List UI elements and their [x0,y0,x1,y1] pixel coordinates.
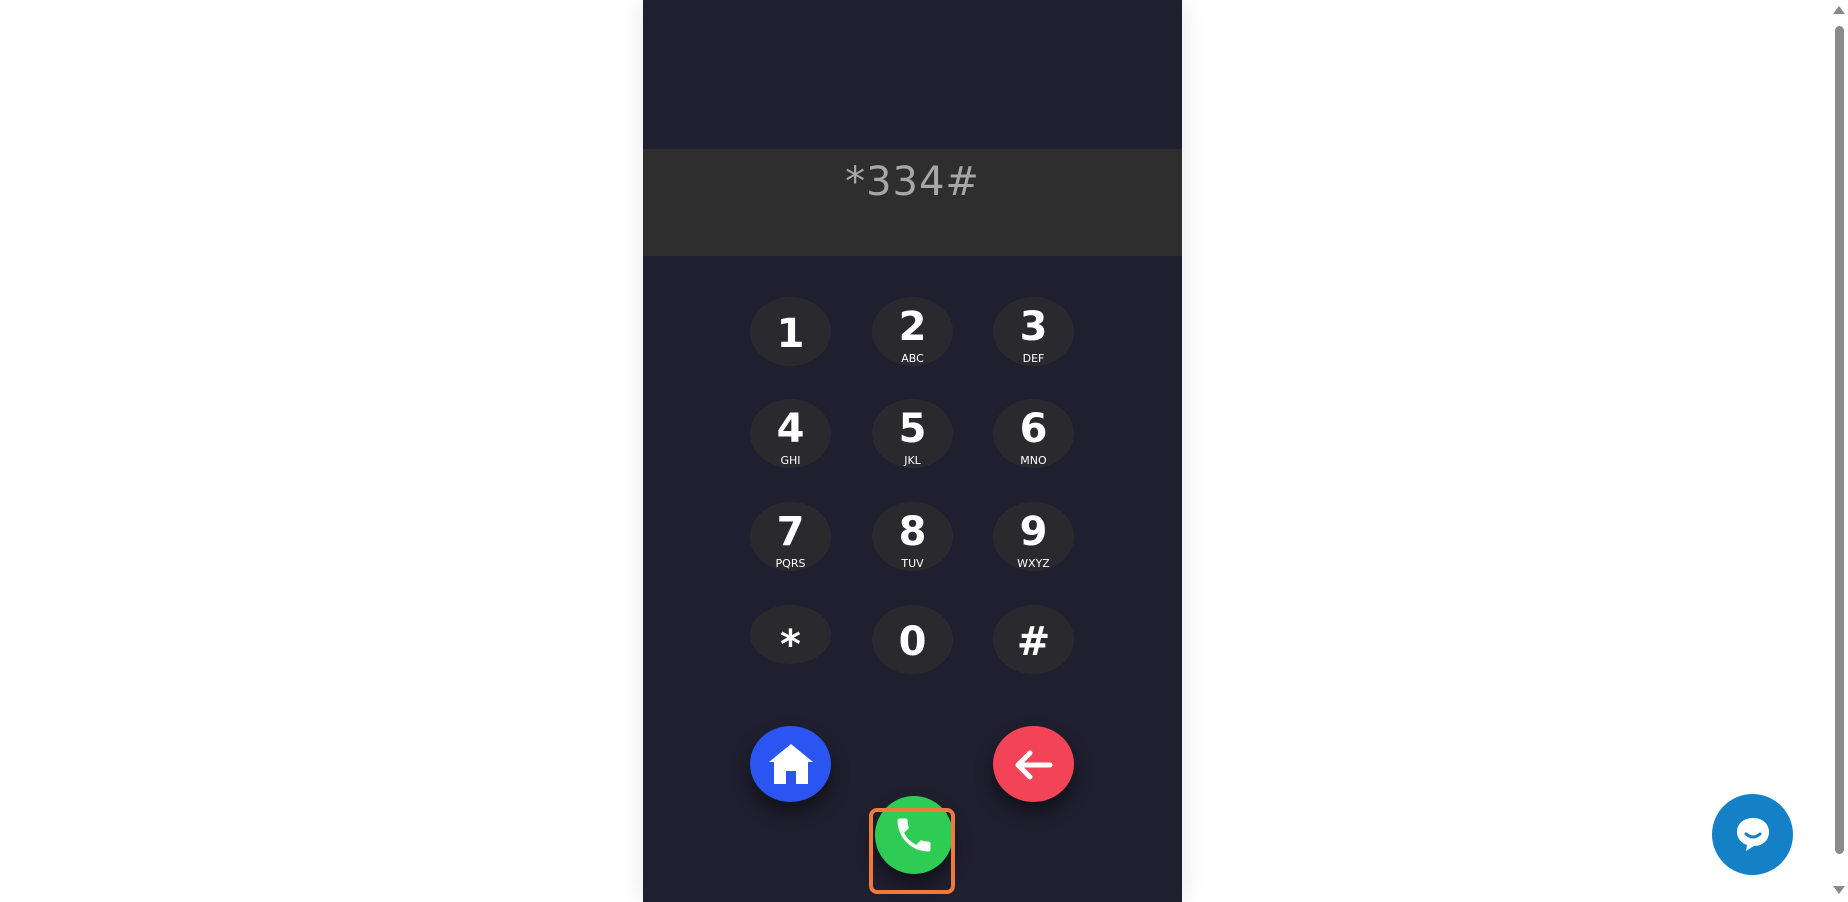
home-icon [769,744,813,784]
key-6[interactable]: 6 MNO [993,399,1074,468]
key-digit: 7 [776,509,805,555]
call-button-highlight [869,808,955,894]
chat-widget-button[interactable] [1712,794,1793,875]
key-digit: # [1016,619,1051,665]
key-letters: GHI [780,454,801,467]
key-digit: 0 [898,619,927,665]
home-button[interactable] [750,726,831,802]
key-hash[interactable]: # [993,605,1074,674]
key-0[interactable]: 0 [872,605,953,674]
key-digit: 2 [898,304,927,350]
key-4[interactable]: 4 GHI [750,399,831,468]
key-digit: * [780,622,801,668]
key-letters: MNO [1020,454,1047,467]
key-5[interactable]: 5 JKL [872,399,953,468]
dialed-number: *334# [845,159,980,205]
key-letters: PQRS [775,557,806,570]
key-letters: TUV [901,557,924,570]
key-digit: 3 [1019,304,1048,350]
key-letters: WXYZ [1017,557,1050,570]
key-digit: 6 [1019,406,1048,452]
key-2[interactable]: 2 ABC [872,297,953,366]
key-7[interactable]: 7 PQRS [750,502,831,571]
key-letters: ABC [901,352,924,365]
dialer-panel: *334# 1 2 ABC 3 DEF 4 GHI 5 JKL 6 MNO 7 … [643,0,1182,902]
key-star[interactable]: * [750,605,831,668]
scroll-down-arrow[interactable] [1833,886,1845,894]
scroll-thumb[interactable] [1835,26,1844,854]
key-letters: DEF [1022,352,1045,365]
number-display: *334# [643,149,1182,256]
arrow-left-icon [1015,750,1053,780]
key-digit: 8 [898,509,927,555]
key-digit: 5 [898,406,927,452]
chat-bubble-icon [1737,818,1769,851]
key-3[interactable]: 3 DEF [993,297,1074,366]
key-letters: JKL [904,454,921,467]
key-digit: 4 [776,406,805,452]
key-1[interactable]: 1 [750,297,831,366]
key-8[interactable]: 8 TUV [872,502,953,571]
key-digit: 9 [1019,509,1048,555]
backspace-button[interactable] [993,726,1074,802]
key-9[interactable]: 9 WXYZ [993,502,1074,571]
scroll-up-arrow[interactable] [1833,6,1845,14]
page-scrollbar[interactable] [1830,0,1848,902]
key-digit: 1 [776,311,805,357]
